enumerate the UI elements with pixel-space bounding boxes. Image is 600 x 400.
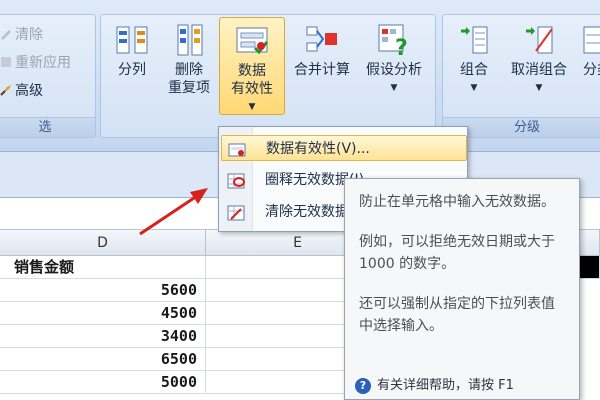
text-to-columns-button[interactable]: 分列 [105,17,159,115]
clear-icon [0,27,13,41]
cell-d-value[interactable]: 5600 [0,279,206,302]
data-tools-group: 分列 删除 重复项 数据 有效性 ▼ 合并计算 ? 假设分析 ▼ [100,14,436,138]
svg-text:?: ? [395,36,408,57]
reapply-label: 重新应用 [15,55,71,71]
clear-circles-icon [227,204,245,221]
text-to-columns-label: 分列 [118,62,146,78]
chevron-down-icon: ▼ [390,83,398,93]
cell-d-value[interactable]: 5000 [0,371,206,394]
tooltip-description: 防止在单元格中输入无效数据。 [359,194,555,210]
chevron-down-icon: ▼ [470,83,478,93]
reapply-icon [0,55,13,69]
data-validation-label-1: 数据 [238,63,266,79]
advanced-filter-icon [0,83,13,97]
group-label-sort-filter: 选 [0,117,95,137]
subtotal-label: 分类 [583,62,600,78]
help-icon: ? [355,378,371,394]
data-validation-icon [235,24,269,58]
tooltip-example: 例如，可以拒绝无效日期或大于 1000 的数字。 [359,234,555,272]
subtotal-icon [580,23,600,57]
clear-label: 清除 [15,27,43,43]
sort-filter-group: 清除 重新应用 高级 选 [0,14,96,138]
tooltip-help: ? 有关详细帮助，请按 F1 [355,375,514,397]
cell-d-value[interactable]: 3400 [0,325,206,348]
circle-invalid-icon [227,172,245,189]
menu-item-data-validation[interactable]: 数据有效性(V)... [221,135,467,161]
advanced-filter-button[interactable]: 高级 [0,81,43,101]
remove-duplicates-icon [172,23,206,57]
ungroup-icon [522,23,556,57]
remove-duplicates-label-1: 删除 [175,62,203,78]
text-to-columns-icon [115,23,149,57]
subtotal-button[interactable]: 分类 [577,17,600,115]
what-if-analysis-label: 假设分析 [366,62,422,78]
advanced-filter-label: 高级 [15,83,43,99]
annotation-arrow-icon [139,188,208,236]
reapply-button[interactable]: 重新应用 [0,53,71,73]
clear-button[interactable]: 清除 [0,25,43,45]
group-icon [457,23,491,57]
chevron-down-icon: ▼ [248,102,256,112]
ungroup-button[interactable]: 取消组合 ▼ [503,17,575,115]
chevron-down-icon: ▼ [535,83,543,93]
cell-d-value[interactable]: 6500 [0,348,206,371]
consolidate-button[interactable]: 合并计算 [289,17,355,115]
ungroup-label: 取消组合 [511,62,567,78]
consolidate-icon [305,23,339,57]
consolidate-label: 合并计算 [294,62,350,78]
group-label: 组合 [460,62,488,78]
data-validation-icon [228,141,246,157]
tooltip-dropdown-note: 还可以强制从指定的下拉列表值中选择输入。 [359,296,555,334]
group-button[interactable]: 组合 ▼ [447,17,501,115]
cell-d-value[interactable]: 4500 [0,302,206,325]
remove-duplicates-label-2: 重复项 [168,80,210,96]
outline-group: 组合 ▼ 取消组合 ▼ 分类 分级 [442,14,600,138]
data-validation-button[interactable]: 数据 有效性 ▼ [219,17,285,115]
menu-item-label: 数据有效性(V)... [266,141,370,157]
remove-duplicates-button[interactable]: 删除 重复项 [161,17,217,115]
tooltip-help-text: 有关详细帮助，请按 F1 [377,378,514,393]
cell-d-header[interactable]: 销售金额 [0,256,206,279]
what-if-analysis-button[interactable]: ? 假设分析 ▼ [357,17,431,115]
data-validation-label-2: 有效性 [231,81,273,97]
data-validation-tooltip: 防止在单元格中输入无效数据。 例如，可以拒绝无效日期或大于 1000 的数字。 … [344,178,580,400]
what-if-analysis-icon: ? [377,23,411,61]
